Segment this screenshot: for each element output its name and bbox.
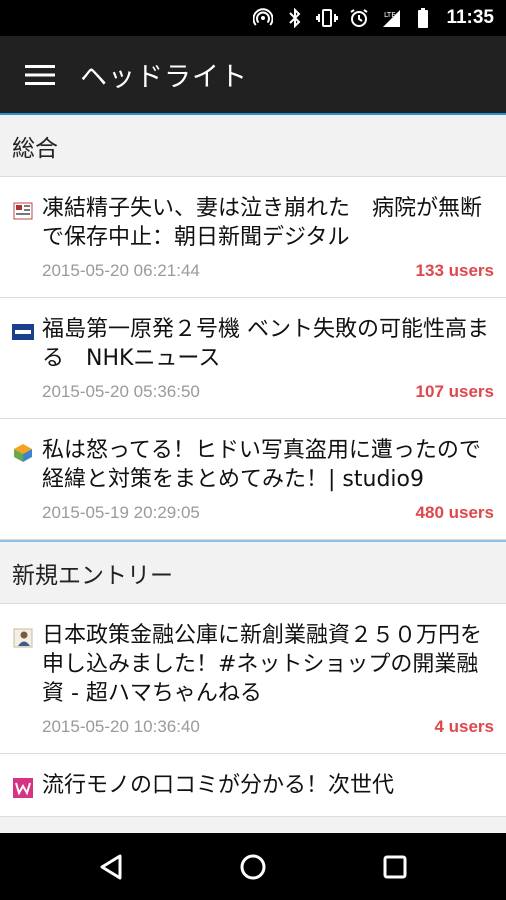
list-item[interactable]: 流行モノの口コミが分かる！次世代 bbox=[0, 754, 506, 817]
list-item[interactable]: 凍結精子失い、妻は泣き崩れた 病院が無断で保存中止：朝日新聞デジタル 2015-… bbox=[0, 177, 506, 298]
nhk-favicon-icon bbox=[12, 321, 34, 343]
entry-users: 107 users bbox=[415, 382, 494, 401]
status-time: 11:35 bbox=[446, 7, 494, 28]
entry-title: 福島第一原発２号機 ベント失敗の可能性高まる NHKニュース bbox=[42, 317, 489, 371]
entry-date: 2015-05-20 05:36:50 bbox=[42, 382, 200, 401]
navigation-bar bbox=[0, 833, 506, 900]
entry-date: 2015-05-20 06:21:44 bbox=[42, 261, 200, 280]
signal-icon: LTE bbox=[380, 7, 402, 29]
studio9-favicon-icon bbox=[12, 442, 34, 464]
list-item[interactable]: 日本政策金融公庫に新創業融資２５０万円を申し込みました！#ネットショップの開業融… bbox=[0, 604, 506, 754]
recents-icon[interactable] bbox=[365, 837, 425, 897]
w-favicon-icon bbox=[12, 777, 34, 799]
section-header-general: 総合 bbox=[0, 115, 506, 177]
hamburger-menu-icon[interactable] bbox=[0, 36, 80, 113]
list-item[interactable]: 私は怒ってる！ヒドい写真盗用に遭ったので経緯と対策をまとめてみた！| studi… bbox=[0, 419, 506, 540]
back-icon[interactable] bbox=[81, 837, 141, 897]
entry-users: 4 users bbox=[434, 717, 494, 736]
svg-text:LTE: LTE bbox=[384, 11, 396, 19]
app-title: ヘッドライト bbox=[80, 62, 248, 93]
home-icon[interactable] bbox=[223, 837, 283, 897]
vibrate-icon bbox=[316, 7, 339, 29]
entry-date: 2015-05-20 10:36:40 bbox=[42, 717, 200, 736]
section-header-new-entries: 新規エントリー bbox=[0, 542, 506, 604]
alarm-icon bbox=[348, 7, 370, 29]
entry-users: 480 users bbox=[415, 503, 494, 522]
list-item[interactable]: 福島第一原発２号機 ベント失敗の可能性高まる NHKニュース 2015-05-2… bbox=[0, 298, 506, 419]
asahi-favicon-icon bbox=[12, 200, 34, 222]
entry-title: 凍結精子失い、妻は泣き崩れた 病院が無断で保存中止：朝日新聞デジタル bbox=[42, 196, 483, 250]
entry-title: 私は怒ってる！ヒドい写真盗用に遭ったので経緯と対策をまとめてみた！| studi… bbox=[42, 438, 481, 492]
app-bar: ヘッドライト bbox=[0, 36, 506, 113]
entry-title: 日本政策金融公庫に新創業融資２５０万円を申し込みました！#ネットショップの開業融… bbox=[42, 623, 483, 706]
battery-icon bbox=[412, 7, 434, 29]
hotspot-icon bbox=[252, 7, 274, 29]
status-bar: LTE 11:35 bbox=[0, 0, 506, 36]
entry-title: 流行モノの口コミが分かる！次世代 bbox=[42, 773, 395, 798]
entry-list[interactable]: 総合 凍結精子失い、妻は泣き崩れた 病院が無断で保存中止：朝日新聞デジタル 20… bbox=[0, 113, 506, 833]
entry-date: 2015-05-19 20:29:05 bbox=[42, 503, 200, 522]
entry-users: 133 users bbox=[415, 261, 494, 280]
section-divider bbox=[0, 540, 506, 542]
bluetooth-icon bbox=[284, 7, 306, 29]
person-favicon-icon bbox=[12, 627, 34, 649]
